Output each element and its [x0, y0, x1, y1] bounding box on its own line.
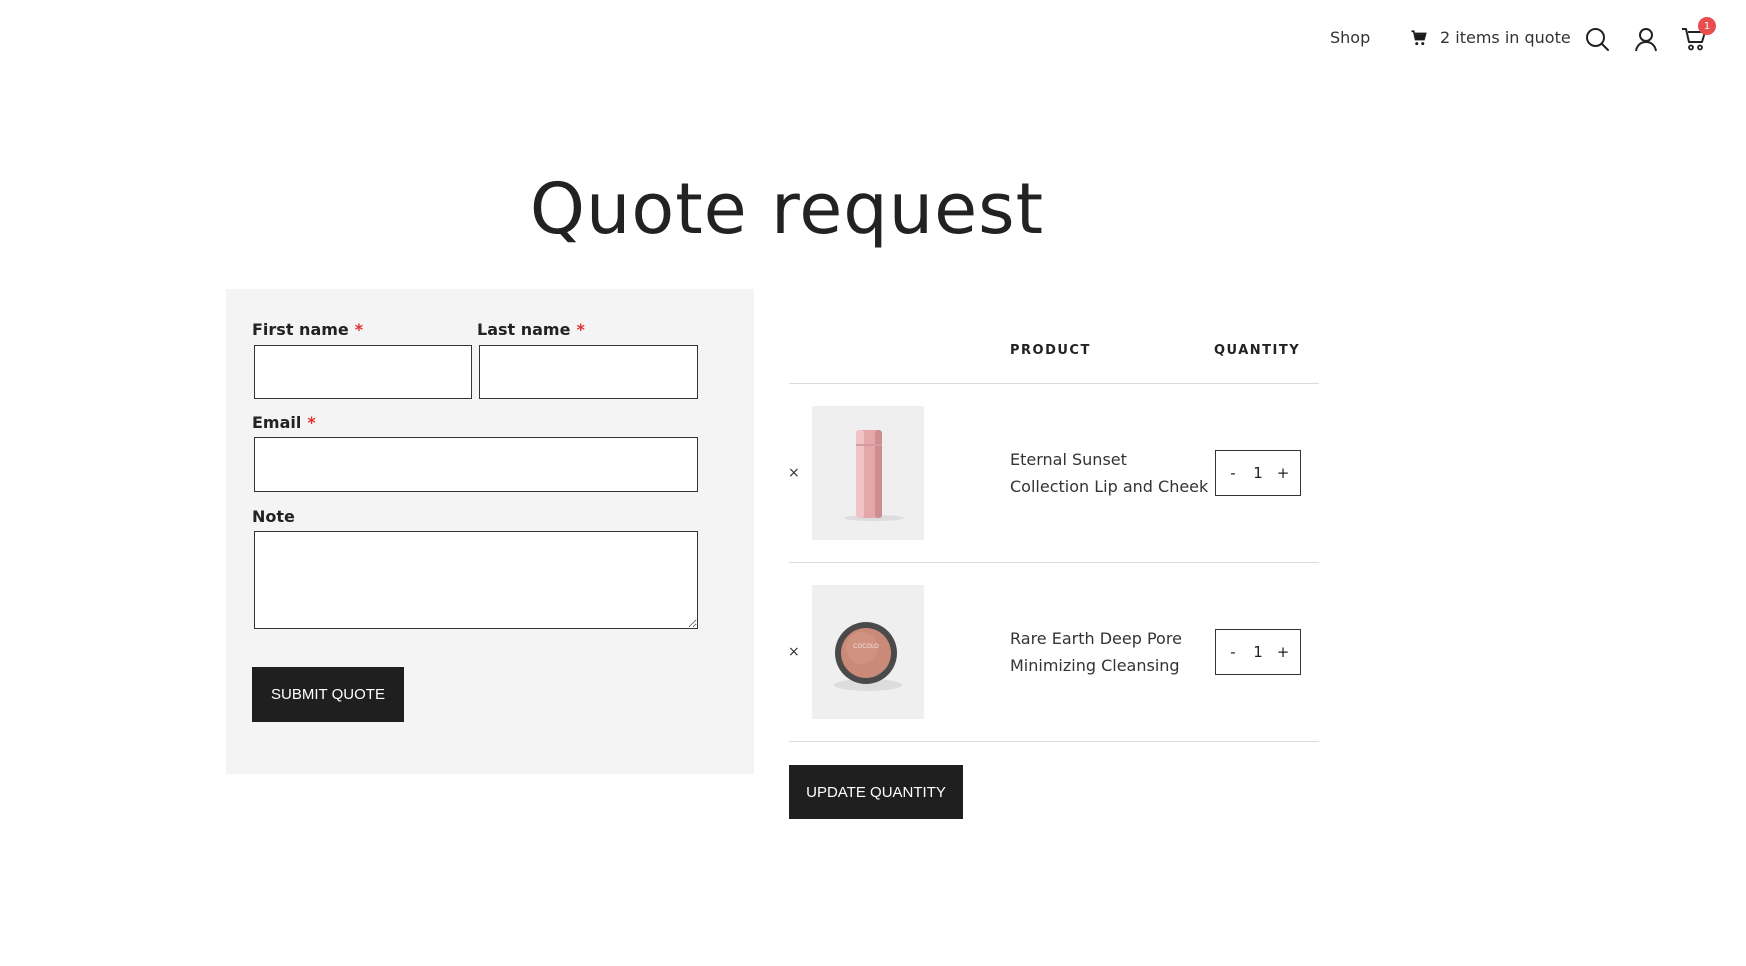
product-column-header: PRODUCT	[1010, 343, 1091, 358]
email-label-text: Email	[252, 413, 302, 432]
required-mark: *	[576, 320, 585, 339]
product-thumbnail[interactable]	[812, 406, 924, 540]
table-divider	[789, 383, 1319, 384]
lip-cheek-bottle-image	[812, 406, 924, 540]
quote-form: First name * Last name * Email * Note SUBMI…	[226, 289, 754, 774]
note-field[interactable]	[254, 531, 698, 629]
quantity-stepper[interactable]: - 1 +	[1215, 450, 1301, 496]
cleansing-jar-image: COCOLO	[812, 585, 924, 719]
quantity-stepper[interactable]: - 1 +	[1215, 629, 1301, 675]
note-label: Note	[252, 507, 295, 526]
product-name-link[interactable]: Rare Earth Deep Pore Minimizing Cleansin…	[1010, 625, 1210, 679]
product-name-line: Minimizing Cleansing	[1010, 656, 1180, 675]
qty-value[interactable]: 1	[1253, 464, 1263, 482]
email-field[interactable]	[254, 437, 698, 492]
remove-item-button[interactable]: ×	[788, 644, 800, 660]
table-divider	[789, 741, 1319, 742]
email-label: Email *	[252, 413, 316, 432]
cart-count-badge: 1	[1698, 17, 1716, 35]
qty-increment-button[interactable]: +	[1276, 464, 1290, 482]
site-header: Shop 2 items in quote 1	[0, 0, 1746, 80]
qty-decrement-button[interactable]: -	[1226, 643, 1240, 661]
product-name-link[interactable]: Eternal Sunset Collection Lip and Cheek	[1010, 446, 1210, 500]
qty-value[interactable]: 1	[1253, 643, 1263, 661]
last-name-field[interactable]	[479, 345, 698, 399]
required-mark: *	[307, 413, 316, 432]
table-divider	[789, 562, 1319, 563]
submit-quote-button[interactable]: SUBMIT QUOTE	[252, 667, 404, 722]
cart-small-icon	[1411, 29, 1427, 45]
last-name-label-text: Last name	[477, 320, 571, 339]
quote-count-label: 2 items in quote	[1440, 28, 1571, 47]
required-mark: *	[354, 320, 364, 339]
user-icon[interactable]	[1633, 26, 1659, 52]
nav-shop-link[interactable]: Shop	[1330, 28, 1370, 47]
search-icon[interactable]	[1584, 26, 1610, 52]
remove-item-button[interactable]: ×	[788, 465, 800, 481]
update-quantity-button[interactable]: UPDATE QUANTITY	[789, 765, 963, 819]
page-title: Quote request	[529, 168, 1045, 250]
first-name-field[interactable]	[254, 345, 472, 399]
qty-increment-button[interactable]: +	[1276, 643, 1290, 661]
product-name-line: Eternal Sunset	[1010, 450, 1127, 469]
qty-decrement-button[interactable]: -	[1226, 464, 1240, 482]
product-thumbnail[interactable]: COCOLO	[812, 585, 924, 719]
jar-brand-label: COCOLO	[853, 643, 879, 650]
product-name-line: Collection Lip and Cheek	[1010, 477, 1209, 496]
first-name-label: First name *	[252, 320, 363, 339]
first-name-label-text: First name	[252, 320, 349, 339]
quantity-column-header: QUANTITY	[1214, 343, 1301, 358]
nav-quote-link[interactable]: 2 items in quote	[1410, 28, 1571, 47]
product-name-line: Rare Earth Deep Pore	[1010, 629, 1182, 648]
last-name-label: Last name *	[477, 320, 585, 339]
note-label-text: Note	[252, 507, 295, 526]
